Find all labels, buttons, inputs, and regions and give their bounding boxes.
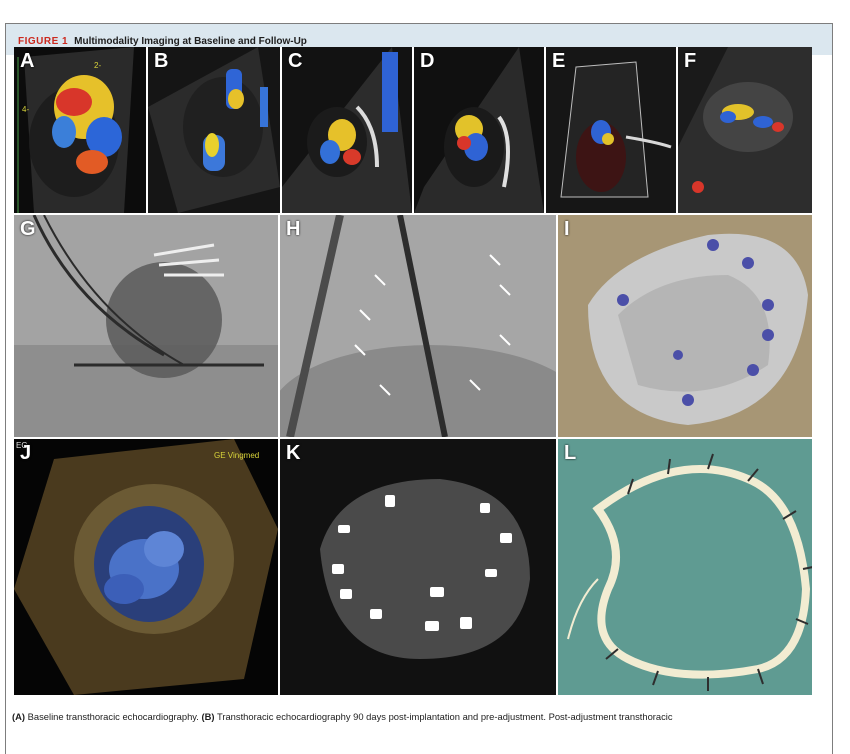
panel-h: H bbox=[280, 215, 556, 437]
panel-l: L bbox=[558, 439, 812, 695]
panel-label-k: K bbox=[286, 442, 301, 464]
echo3d-j-image bbox=[14, 439, 278, 695]
panel-b: B bbox=[148, 47, 280, 213]
panel-k: K bbox=[280, 439, 556, 695]
panel-label-l: L bbox=[564, 442, 577, 464]
panel-d: D bbox=[414, 47, 544, 213]
figure-number: FIGURE 1 bbox=[18, 36, 69, 47]
panel-label-e: E bbox=[552, 50, 566, 72]
fluoro-g-image bbox=[14, 215, 278, 437]
panel-label-c: C bbox=[288, 50, 303, 72]
panel-e: E bbox=[546, 47, 676, 213]
caption-b-text: Transthoracic echocardiography 90 days p… bbox=[214, 711, 673, 722]
echo-e-image bbox=[560, 61, 672, 198]
fluoro-h-image bbox=[280, 215, 556, 437]
device-l-image bbox=[558, 439, 812, 695]
caption-a-label: (A) bbox=[12, 711, 26, 722]
ct-k-image bbox=[280, 439, 556, 695]
figure-caption: (A) Baseline transthoracic echocardiogra… bbox=[12, 710, 822, 724]
panel-label-b: B bbox=[154, 50, 169, 72]
panel-label-g: G bbox=[20, 218, 36, 240]
panel-label-h: H bbox=[286, 218, 301, 240]
ct-i-image bbox=[558, 215, 812, 437]
panel-j: J EG GE Vingmed bbox=[14, 439, 278, 695]
panel-f: F bbox=[678, 47, 812, 213]
panel-a: A 2- 4- bbox=[14, 47, 146, 213]
figure-title: Multimodality Imaging at Baseline and Fo… bbox=[74, 36, 307, 47]
ge-vingmed-label: GE Vingmed bbox=[214, 451, 260, 460]
panel-label-f: F bbox=[684, 50, 697, 72]
depth-marker-4: 4- bbox=[22, 105, 30, 114]
depth-marker-2: 2- bbox=[94, 61, 102, 70]
ecg-marker: EG bbox=[16, 441, 28, 450]
echo-f-image bbox=[678, 47, 812, 213]
panel-label-d: D bbox=[420, 50, 435, 72]
panel-grid: A 2- 4- B C D E F G H I J EG GE Vingmed … bbox=[14, 47, 812, 695]
caption-b-label: (B) bbox=[201, 711, 215, 722]
panel-label-a: A bbox=[20, 50, 35, 72]
panel-label-i: I bbox=[564, 218, 570, 240]
panel-c: C bbox=[282, 47, 412, 213]
caption-a-text: Baseline transthoracic echocardiography. bbox=[25, 711, 202, 722]
panel-g: G bbox=[14, 215, 278, 437]
panel-i: I bbox=[558, 215, 812, 437]
